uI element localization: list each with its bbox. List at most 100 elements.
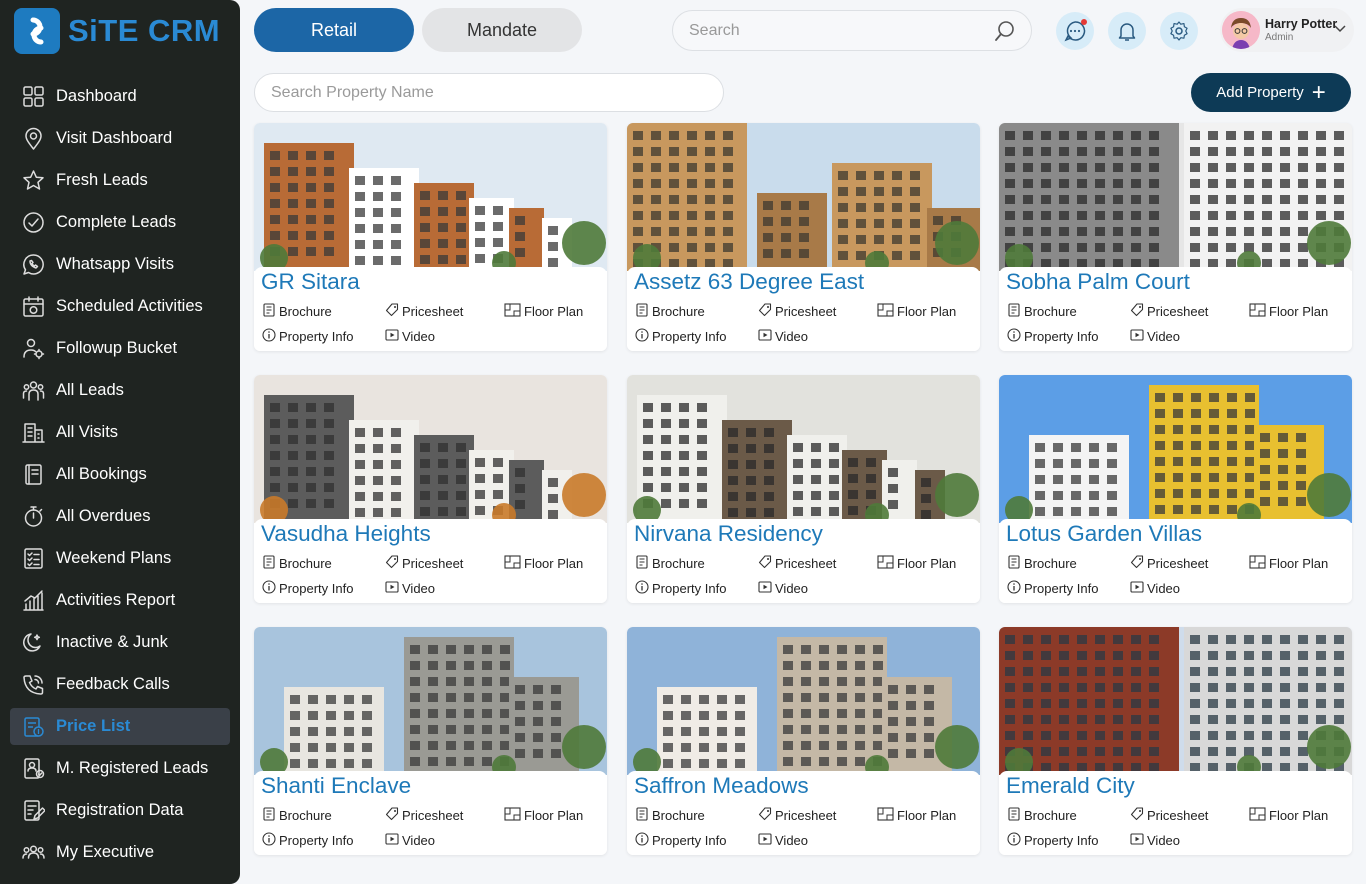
brochure-link[interactable]: Brochure: [1007, 807, 1077, 824]
sidebar-item-m-registered-leads[interactable]: M. Registered Leads: [10, 750, 230, 787]
property-name[interactable]: GR Sitara: [261, 269, 360, 295]
pricesheet-link[interactable]: Pricesheet: [758, 303, 836, 320]
property-info-link[interactable]: Property Info: [262, 328, 353, 345]
floor-plan-link[interactable]: Floor Plan: [1249, 303, 1328, 320]
sidebar-item-visit-dashboard[interactable]: Visit Dashboard: [10, 120, 230, 157]
property-card[interactable]: Assetz 63 Degree East Brochure Pricesheet F…: [627, 123, 980, 351]
property-name[interactable]: Sobha Palm Court: [1006, 269, 1190, 295]
property-name[interactable]: Assetz 63 Degree East: [634, 269, 864, 295]
search-icon[interactable]: [993, 19, 1017, 48]
video-link[interactable]: Video: [758, 832, 808, 849]
property-card[interactable]: Saffron Meadows Brochure Pricesheet Floor P…: [627, 627, 980, 855]
video-link[interactable]: Video: [385, 580, 435, 597]
video-link[interactable]: Video: [758, 580, 808, 597]
sidebar-item-price-list[interactable]: Price List: [10, 708, 230, 745]
tab-mandate[interactable]: Mandate: [422, 8, 582, 52]
property-card[interactable]: Shanti Enclave Brochure Pricesheet Floor Pl…: [254, 627, 607, 855]
property-info-link[interactable]: Property Info: [1007, 328, 1098, 345]
property-info-link[interactable]: Property Info: [635, 328, 726, 345]
floor-plan-link[interactable]: Floor Plan: [504, 303, 583, 320]
property-card[interactable]: Vasudha Heights Brochure Pricesheet Floor P…: [254, 375, 607, 603]
sidebar-item-scheduled-activities[interactable]: Scheduled Activities: [10, 288, 230, 325]
property-name[interactable]: Lotus Garden Villas: [1006, 521, 1202, 547]
property-image[interactable]: [627, 375, 980, 523]
property-name[interactable]: Saffron Meadows: [634, 773, 809, 799]
video-link[interactable]: Video: [1130, 832, 1180, 849]
video-link[interactable]: Video: [385, 832, 435, 849]
sidebar-item-feedback-calls[interactable]: Feedback Calls: [10, 666, 230, 703]
pricesheet-link[interactable]: Pricesheet: [385, 807, 463, 824]
brochure-link[interactable]: Brochure: [262, 555, 332, 572]
floor-plan-link[interactable]: Floor Plan: [877, 303, 956, 320]
property-info-link[interactable]: Property Info: [1007, 580, 1098, 597]
notifications-button[interactable]: [1108, 12, 1146, 50]
user-menu[interactable]: Harry Potter Admin: [1220, 8, 1354, 52]
search-input[interactable]: [673, 11, 973, 50]
sidebar-item-all-leads[interactable]: All Leads: [10, 372, 230, 409]
sidebar-item-fresh-leads[interactable]: Fresh Leads: [10, 162, 230, 199]
floor-plan-link[interactable]: Floor Plan: [1249, 555, 1328, 572]
property-card[interactable]: Sobha Palm Court Brochure Pricesheet Floor …: [999, 123, 1352, 351]
video-link[interactable]: Video: [1130, 328, 1180, 345]
pricesheet-link[interactable]: Pricesheet: [1130, 555, 1208, 572]
property-search-input[interactable]: [255, 74, 695, 111]
sidebar-item-complete-leads[interactable]: Complete Leads: [10, 204, 230, 241]
sidebar-item-followup-bucket[interactable]: Followup Bucket: [10, 330, 230, 367]
property-card[interactable]: Lotus Garden Villas Brochure Pricesheet Flo…: [999, 375, 1352, 603]
pricesheet-link[interactable]: Pricesheet: [1130, 807, 1208, 824]
sidebar-item-my-executive[interactable]: My Executive: [10, 834, 230, 871]
floor-plan-link[interactable]: Floor Plan: [1249, 807, 1328, 824]
property-info-link[interactable]: Property Info: [262, 832, 353, 849]
sidebar-item-dashboard[interactable]: Dashboard: [10, 78, 230, 115]
property-card[interactable]: Emerald City Brochure Pricesheet Floor Plan…: [999, 627, 1352, 855]
property-name[interactable]: Shanti Enclave: [261, 773, 411, 799]
property-image[interactable]: [627, 627, 980, 775]
property-info-link[interactable]: Property Info: [262, 580, 353, 597]
property-card[interactable]: GR Sitara Brochure Pricesheet Floor Plan Pro…: [254, 123, 607, 351]
property-info-link[interactable]: Property Info: [1007, 832, 1098, 849]
property-info-link[interactable]: Property Info: [635, 832, 726, 849]
property-name[interactable]: Vasudha Heights: [261, 521, 431, 547]
pricesheet-link[interactable]: Pricesheet: [1130, 303, 1208, 320]
video-link[interactable]: Video: [758, 328, 808, 345]
sidebar-item-all-visits[interactable]: All Visits: [10, 414, 230, 451]
app-logo[interactable]: SiTE CRM: [14, 8, 220, 54]
property-image[interactable]: [254, 627, 607, 775]
brochure-link[interactable]: Brochure: [635, 555, 705, 572]
sidebar-item-activities-report[interactable]: Activities Report: [10, 582, 230, 619]
sidebar-item-weekend-plans[interactable]: Weekend Plans: [10, 540, 230, 577]
brochure-link[interactable]: Brochure: [262, 807, 332, 824]
floor-plan-link[interactable]: Floor Plan: [877, 555, 956, 572]
chat-button[interactable]: [1056, 12, 1094, 50]
floor-plan-link[interactable]: Floor Plan: [504, 807, 583, 824]
settings-button[interactable]: [1160, 12, 1198, 50]
property-name[interactable]: Nirvana Residency: [634, 521, 823, 547]
tab-retail[interactable]: Retail: [254, 8, 414, 52]
sidebar-item-registration-data[interactable]: Registration Data: [10, 792, 230, 829]
sidebar-item-all-overdues[interactable]: All Overdues: [10, 498, 230, 535]
property-name[interactable]: Emerald City: [1006, 773, 1135, 799]
property-image[interactable]: [254, 375, 607, 523]
property-image[interactable]: [999, 123, 1352, 271]
property-image[interactable]: [627, 123, 980, 271]
property-image[interactable]: [254, 123, 607, 271]
sidebar-item-all-bookings[interactable]: All Bookings: [10, 456, 230, 493]
sidebar-item-inactive-junk[interactable]: Inactive & Junk: [10, 624, 230, 661]
add-property-button[interactable]: Add Property +: [1191, 73, 1351, 112]
brochure-link[interactable]: Brochure: [635, 807, 705, 824]
brochure-link[interactable]: Brochure: [635, 303, 705, 320]
property-image[interactable]: [999, 375, 1352, 523]
floor-plan-link[interactable]: Floor Plan: [504, 555, 583, 572]
pricesheet-link[interactable]: Pricesheet: [385, 555, 463, 572]
property-card[interactable]: Nirvana Residency Brochure Pricesheet Floor…: [627, 375, 980, 603]
property-info-link[interactable]: Property Info: [635, 580, 726, 597]
brochure-link[interactable]: Brochure: [1007, 555, 1077, 572]
brochure-link[interactable]: Brochure: [262, 303, 332, 320]
floor-plan-link[interactable]: Floor Plan: [877, 807, 956, 824]
video-link[interactable]: Video: [1130, 580, 1180, 597]
sidebar-item-whatsapp-visits[interactable]: Whatsapp Visits: [10, 246, 230, 283]
property-image[interactable]: [999, 627, 1352, 775]
pricesheet-link[interactable]: Pricesheet: [385, 303, 463, 320]
pricesheet-link[interactable]: Pricesheet: [758, 807, 836, 824]
brochure-link[interactable]: Brochure: [1007, 303, 1077, 320]
